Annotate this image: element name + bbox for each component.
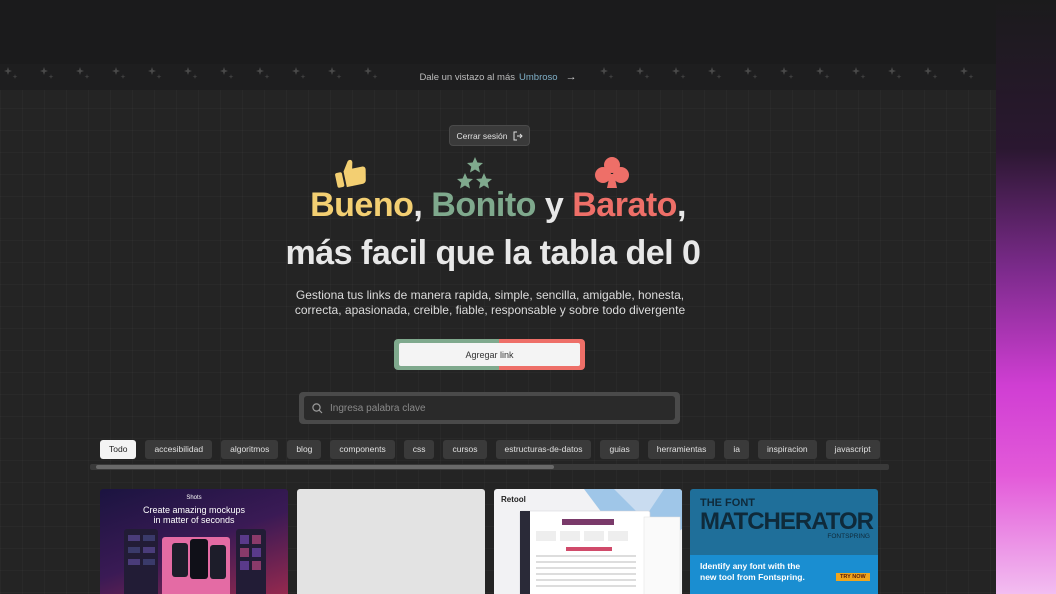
tag-cursos[interactable]: cursos xyxy=(443,440,487,459)
tag-accesibilidad[interactable]: accesibilidad xyxy=(145,440,213,459)
arrow-right-icon: → xyxy=(565,71,577,83)
tag-ia[interactable]: ia xyxy=(724,440,750,459)
hero-title-line1: Bueno, Bonito y Barato, xyxy=(310,186,686,224)
banner-accent-link[interactable]: Umbroso xyxy=(519,72,558,83)
page-window: Dale un vistazo al más Umbroso → Cerrar … xyxy=(0,64,996,594)
card-title-line-2: in matter of seconds xyxy=(153,515,235,525)
card-logo: Shots xyxy=(186,495,202,501)
card-description: Identify any font with the new tool from… xyxy=(700,561,805,583)
tag-estructuras-de-datos[interactable]: estructuras-de-datos xyxy=(495,440,592,459)
thumbs-up-icon xyxy=(335,159,366,188)
card-title-line-1: Create amazing mockups xyxy=(142,505,246,515)
link-card-retool[interactable]: Retool xyxy=(494,489,682,594)
subtitle-line-1: Gestiona tus links de manera rapida, sim… xyxy=(295,288,685,302)
card-title-line-2: MATCHERATOR xyxy=(700,508,874,535)
hero-word-barato: Barato xyxy=(572,186,677,224)
tag-todo[interactable]: Todo xyxy=(100,440,137,459)
stars-icon xyxy=(457,157,492,189)
tag-css[interactable]: css xyxy=(403,440,435,459)
card-mockup-image xyxy=(124,529,266,594)
card-description-line-1: Identify any font with the xyxy=(700,561,801,571)
logout-icon xyxy=(513,131,523,140)
hero-word-bonito: Bonito xyxy=(431,186,536,224)
hero-title-line2: más facil que la tabla del 0 xyxy=(285,234,701,272)
background-gradient xyxy=(996,0,1056,594)
club-icon xyxy=(595,157,629,188)
hero-connector: y xyxy=(544,186,564,224)
add-link-button[interactable]: Agregar link xyxy=(394,339,585,370)
card-dashboard-image xyxy=(519,489,682,594)
tag-herramientas[interactable]: herramientas xyxy=(647,440,716,459)
banner-label: Dale un vistazo al más xyxy=(419,71,516,83)
link-card-shots[interactable]: Shots Create amazing mockups in matter o… xyxy=(100,489,288,594)
logout-button[interactable]: Cerrar sesión xyxy=(449,125,530,146)
card-cta-button[interactable]: TRY NOW xyxy=(836,573,870,581)
hero-word-bueno: Bueno xyxy=(310,186,414,224)
tag-blog[interactable]: blog xyxy=(287,440,322,459)
link-card-placeholder[interactable] xyxy=(297,489,485,594)
search-field[interactable] xyxy=(304,396,675,420)
logout-label: Cerrar sesión xyxy=(456,130,508,141)
top-dark-area xyxy=(0,0,1056,64)
tag-guias[interactable]: guias xyxy=(600,440,639,459)
announcement-banner[interactable]: Dale un vistazo al más Umbroso → xyxy=(0,64,996,90)
tags-scrollbar-thumb[interactable] xyxy=(96,465,554,469)
banner-text: Dale un vistazo al más Umbroso → xyxy=(419,71,576,83)
card-description-line-2: new tool from Fontspring. xyxy=(700,572,805,582)
card-title: Create amazing mockups in matter of seco… xyxy=(100,505,288,525)
card-brand: FONTSPRING xyxy=(827,533,870,540)
card-title: THE FONT MATCHERATOR xyxy=(700,497,875,535)
tag-javascript[interactable]: javascript xyxy=(825,440,880,459)
hero-subtitle: Gestiona tus links de manera rapida, sim… xyxy=(290,288,690,318)
tag-components[interactable]: components xyxy=(330,440,395,459)
search-icon xyxy=(312,402,323,413)
search-box xyxy=(299,392,680,424)
link-card-fontspring[interactable]: THE FONT MATCHERATOR FONTSPRING Identify… xyxy=(690,489,878,594)
tag-algoritmos[interactable]: algoritmos xyxy=(221,440,279,459)
subtitle-line-2: correcta, apasionada, creible, fiable, r… xyxy=(294,303,686,317)
search-input[interactable] xyxy=(330,402,650,414)
tag-inspiracion[interactable]: inspiracion xyxy=(758,440,817,459)
add-link-label: Agregar link xyxy=(399,343,580,366)
tag-filter-bar: Todo accesibilidad algoritmos blog component… xyxy=(100,440,889,460)
